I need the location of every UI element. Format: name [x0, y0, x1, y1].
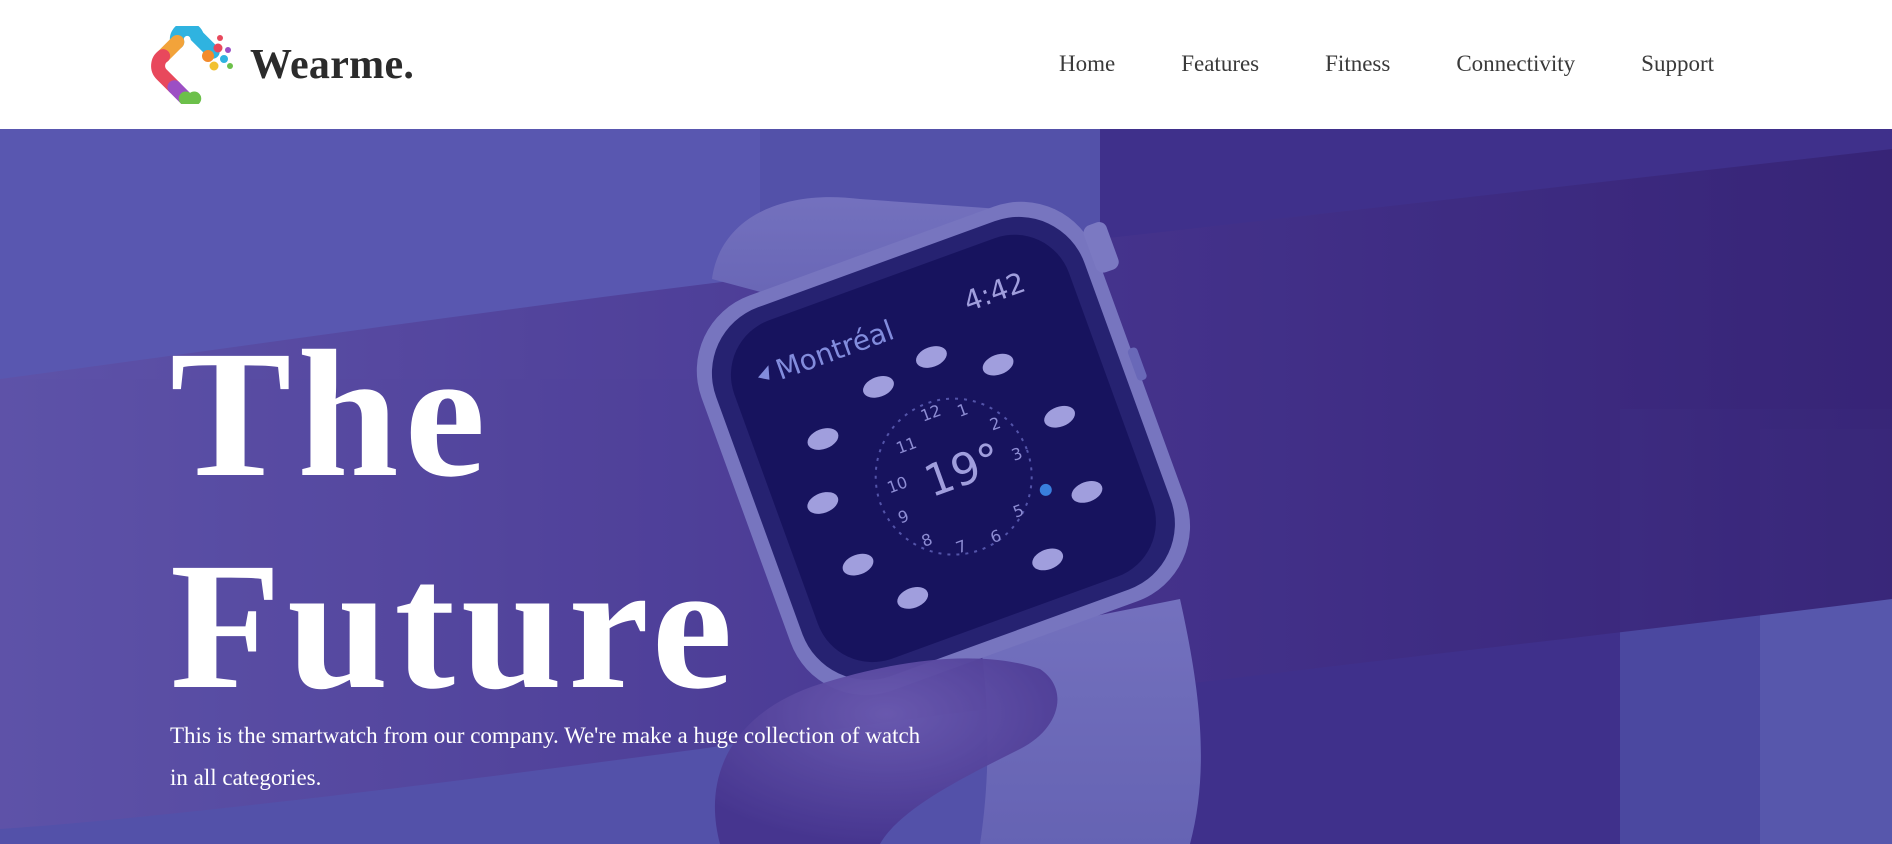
site-header: Wearme. Home Features Fitness Connectivi…	[0, 0, 1892, 129]
nav-support[interactable]: Support	[1641, 46, 1714, 82]
brand-name: Wearme.	[250, 42, 415, 88]
hero-section: Montréal 4:42 19° 12 1 2 3 5 6 7 8 9 10 …	[0, 129, 1892, 844]
main-nav: Home Features Fitness Connectivity Suppo…	[1059, 46, 1714, 82]
hero-title-line-2: Future	[170, 526, 739, 727]
nav-home[interactable]: Home	[1059, 46, 1115, 82]
nav-connectivity[interactable]: Connectivity	[1456, 46, 1575, 82]
nav-fitness[interactable]: Fitness	[1325, 46, 1390, 82]
nav-features[interactable]: Features	[1181, 46, 1259, 82]
colorful-c-logo-icon	[151, 26, 233, 104]
hero-title-line-1: The	[170, 314, 492, 515]
hero-title: The Future	[170, 309, 739, 733]
brand-logo-link[interactable]: Wearme.	[150, 26, 414, 104]
hero-description: This is the smartwatch from our company.…	[170, 723, 921, 790]
